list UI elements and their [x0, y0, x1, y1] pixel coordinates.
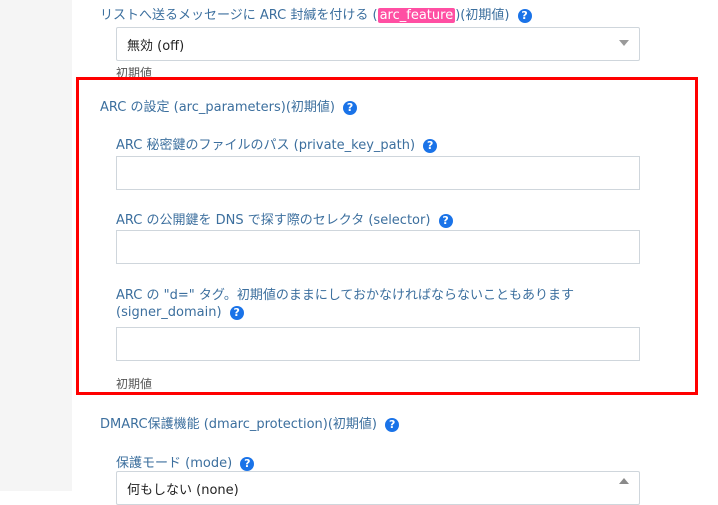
arc-feature-select[interactable]: 無効 (off) — [116, 27, 640, 61]
arc-feature-label: リストへ送るメッセージに ARC 封緘を付ける (arc_feature)(初期… — [100, 4, 532, 23]
chevron-down-icon — [619, 40, 629, 46]
help-icon[interactable]: ? — [240, 456, 255, 471]
dmarc-protection-label-text: DMARC保護機能 (dmarc_protection)(初期値) — [100, 417, 377, 432]
chevron-up-icon — [619, 478, 629, 484]
dmarc-mode-select[interactable]: 何もしない (none) — [116, 471, 640, 505]
arc-feature-label-suffix: )(初期値) — [455, 8, 510, 23]
dmarc-protection-label: DMARC保護機能 (dmarc_protection)(初期値) ? — [100, 413, 400, 432]
arc-feature-label-prefix: リストへ送るメッセージに ARC 封緘を付ける ( — [100, 8, 378, 23]
arc-feature-highlight: arc_feature — [377, 8, 456, 23]
help-icon[interactable]: ? — [385, 417, 400, 432]
dmarc-mode-label-text: 保護モード (mode) — [116, 456, 233, 471]
left-rail — [0, 0, 72, 491]
dmarc-mode-label: 保護モード (mode) ? — [116, 452, 255, 471]
help-icon[interactable]: ? — [517, 8, 532, 23]
arc-feature-select-value: 無効 (off) — [127, 39, 185, 54]
annotation-highlight-box — [76, 77, 698, 395]
